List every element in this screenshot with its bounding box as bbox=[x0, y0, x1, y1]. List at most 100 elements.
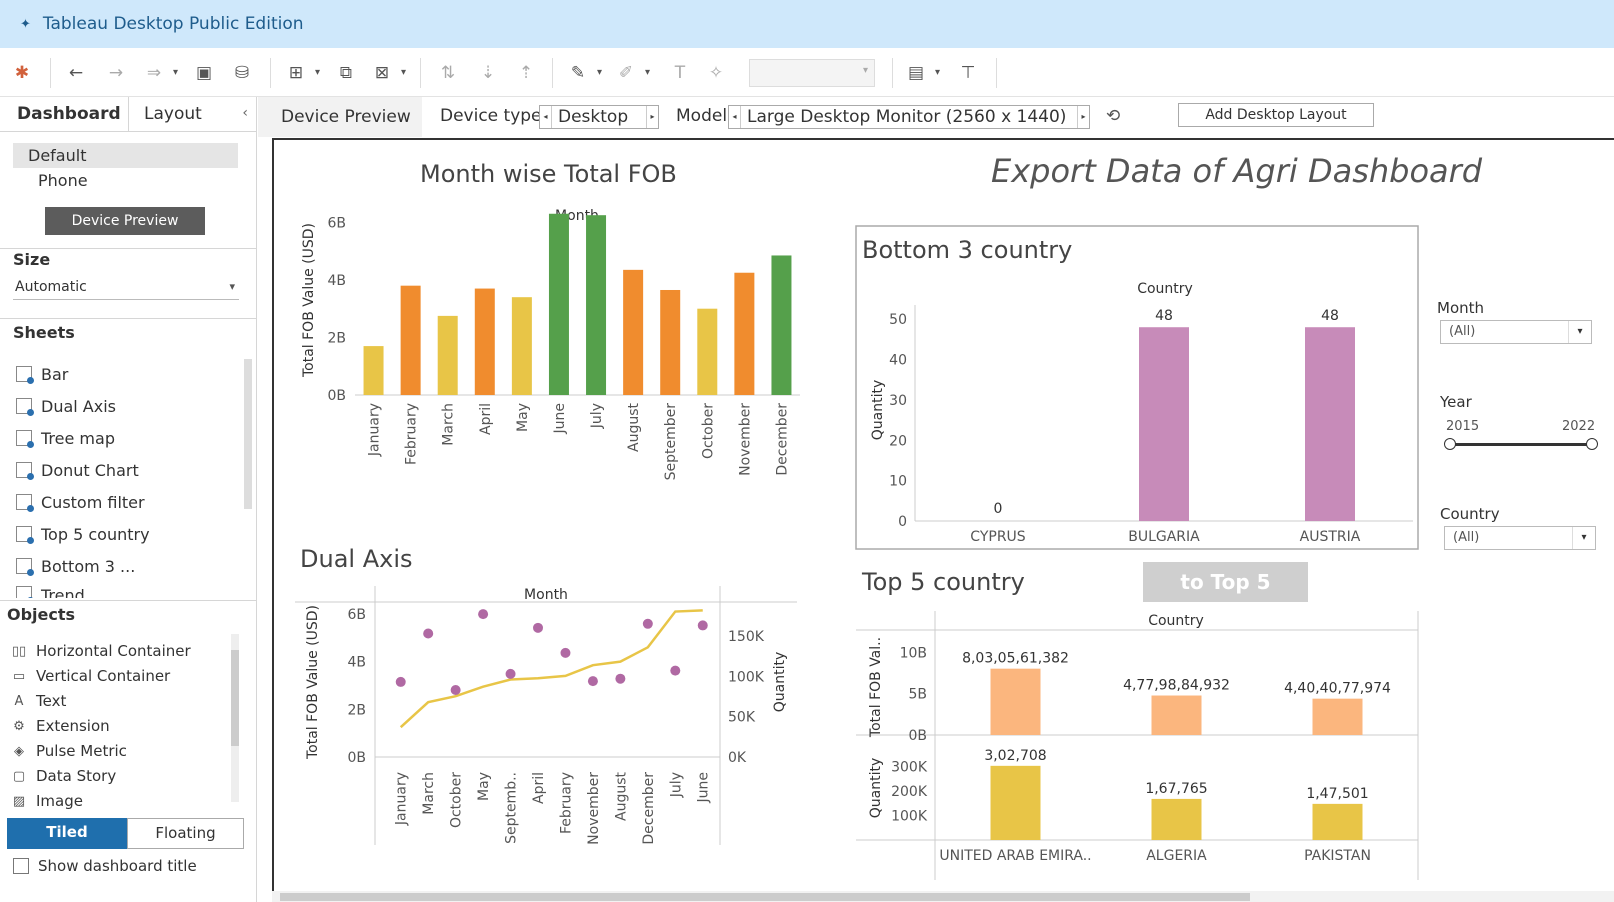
model-select[interactable]: ◂ Large Desktop Monitor (2560 x 1440) ▸ bbox=[728, 105, 1090, 129]
worksheet-icon bbox=[16, 526, 34, 544]
object-item[interactable]: ⚙ Extension bbox=[11, 715, 110, 737]
vertical-container-icon: ▭ bbox=[12, 668, 26, 684]
text-icon: A bbox=[14, 693, 24, 709]
sheet-item[interactable]: Bottom 3 ... bbox=[16, 554, 135, 578]
year-slider-track[interactable] bbox=[1450, 443, 1592, 446]
save-icon[interactable]: ▣ bbox=[192, 61, 216, 85]
tableau-logo-icon[interactable]: ✱ bbox=[10, 61, 34, 85]
device-bar: Device Preview Device type ◂ Desktop ▸ M… bbox=[258, 97, 1614, 137]
objects-scrollbar[interactable] bbox=[231, 634, 239, 802]
sort-asc-icon[interactable]: ⇣ bbox=[476, 61, 500, 85]
replay-icon[interactable]: ⇒ bbox=[142, 61, 178, 85]
tiled-toggle[interactable]: Tiled bbox=[7, 818, 127, 849]
toolbar-separator bbox=[420, 58, 421, 88]
new-datasource-icon[interactable]: ⛁ bbox=[230, 61, 254, 85]
show-title-label: Show dashboard title bbox=[38, 857, 197, 875]
show-cards-icon[interactable]: ▤ bbox=[904, 61, 940, 85]
month-filter-select[interactable]: (All) bbox=[1440, 320, 1592, 344]
month-filter-label: Month bbox=[1437, 299, 1485, 317]
duplicate-icon[interactable]: ⧉ bbox=[334, 61, 358, 85]
pulse-metric-icon: ◈ bbox=[14, 743, 24, 759]
clear-icon[interactable]: ⊠ bbox=[370, 61, 406, 85]
object-label: Pulse Metric bbox=[36, 742, 127, 760]
object-item[interactable]: A Text bbox=[11, 690, 67, 712]
sheet-item[interactable]: Bar bbox=[16, 362, 68, 386]
year-slider-max-handle[interactable] bbox=[1586, 438, 1598, 450]
object-label: Vertical Container bbox=[36, 667, 171, 685]
floating-toggle[interactable]: Floating bbox=[127, 818, 244, 849]
checkbox-box[interactable] bbox=[13, 858, 29, 874]
toolbar: ✱ ← → ⇒ ▣ ⛁ ⊞ ⧉ ⊠ ⇅ ⇣ ⇡ ✎ ✐ T ✧ ▤ ⊤ bbox=[0, 48, 1614, 97]
sheet-item[interactable]: Custom filter bbox=[16, 490, 145, 514]
toolbar-separator bbox=[996, 58, 997, 88]
dashboard-side-panel: Dashboard Layout ‹ Default Phone Device … bbox=[0, 97, 257, 902]
side-tabs: Dashboard Layout ‹ bbox=[0, 97, 256, 132]
sheet-label: Donut Chart bbox=[41, 460, 139, 480]
divider bbox=[0, 248, 256, 249]
object-item[interactable]: ▨ Image bbox=[11, 790, 83, 812]
tab-layout[interactable]: Layout bbox=[128, 97, 256, 131]
device-default[interactable]: Default bbox=[13, 143, 238, 168]
device-type-select[interactable]: ◂ Desktop ▸ bbox=[539, 105, 659, 129]
year-max-label: 2022 bbox=[1562, 419, 1596, 434]
size-select[interactable]: Automatic bbox=[13, 276, 239, 300]
sort-desc-icon[interactable]: ⇡ bbox=[514, 61, 538, 85]
presentation-icon[interactable]: ⊤ bbox=[956, 61, 980, 85]
undo-icon[interactable]: ← bbox=[64, 61, 88, 85]
redo-icon[interactable]: → bbox=[104, 61, 128, 85]
rotate-icon[interactable]: ⟲ bbox=[1106, 106, 1120, 126]
sheet-item[interactable]: Trend bbox=[16, 586, 85, 598]
object-label: Extension bbox=[36, 717, 110, 735]
device-phone[interactable]: Phone bbox=[13, 168, 238, 193]
object-item[interactable]: ▭ Vertical Container bbox=[11, 665, 170, 687]
tab-dashboard[interactable]: Dashboard bbox=[0, 97, 129, 131]
add-desktop-layout-button[interactable]: Add Desktop Layout bbox=[1178, 103, 1374, 127]
top5-title: Top 5 country bbox=[862, 568, 1025, 596]
sheet-item[interactable]: Dual Axis bbox=[16, 394, 116, 418]
annotate-icon[interactable]: ✐ bbox=[614, 61, 650, 85]
object-item[interactable]: ▯▯ Horizontal Container bbox=[11, 640, 191, 662]
fit-combo[interactable] bbox=[749, 59, 875, 87]
worksheet-icon bbox=[16, 586, 34, 598]
prev-arrow-icon[interactable]: ◂ bbox=[540, 106, 552, 128]
new-worksheet-icon[interactable]: ⊞ bbox=[284, 61, 320, 85]
model-value: Large Desktop Monitor (2560 x 1440) bbox=[747, 107, 1067, 127]
bottom3-title: Bottom 3 country bbox=[862, 236, 1073, 264]
sheet-label: Custom filter bbox=[41, 492, 145, 512]
highlight-icon[interactable]: ✎ bbox=[566, 61, 602, 85]
dashboard-title: Export Data of Agri Dashboard bbox=[991, 152, 1483, 190]
device-preview-button[interactable]: Device Preview bbox=[45, 207, 205, 235]
sheet-label: Bottom 3 ... bbox=[41, 556, 136, 576]
year-filter-label: Year bbox=[1440, 393, 1472, 411]
sheet-label: Top 5 country bbox=[41, 524, 150, 544]
collapse-panel-icon[interactable]: ‹ bbox=[242, 105, 248, 121]
prev-arrow-icon[interactable]: ◂ bbox=[729, 106, 741, 128]
objects-heading: Objects bbox=[7, 605, 76, 624]
sheet-item[interactable]: Tree map bbox=[16, 426, 115, 450]
worksheet-icon bbox=[16, 430, 34, 448]
horizontal-scrollbar[interactable] bbox=[272, 891, 1614, 902]
label-icon[interactable]: T bbox=[668, 61, 692, 85]
swap-icon[interactable]: ⇅ bbox=[436, 61, 460, 85]
year-slider-min-handle[interactable] bbox=[1444, 438, 1456, 450]
next-arrow-icon[interactable]: ▸ bbox=[646, 106, 658, 128]
worksheet-icon bbox=[16, 558, 34, 576]
object-label: Horizontal Container bbox=[36, 642, 191, 660]
pin-icon[interactable]: ✧ bbox=[704, 61, 728, 85]
sheet-label: Trend bbox=[41, 586, 85, 598]
to-top5-button[interactable]: to Top 5 bbox=[1143, 562, 1308, 602]
object-item[interactable]: ◈ Pulse Metric bbox=[11, 740, 127, 762]
show-dashboard-title-checkbox[interactable]: Show dashboard title bbox=[13, 857, 197, 875]
toolbar-separator bbox=[892, 58, 893, 88]
country-filter-select[interactable]: (All) bbox=[1444, 526, 1596, 550]
divider bbox=[0, 600, 256, 601]
sheet-item[interactable]: Donut Chart bbox=[16, 458, 139, 482]
next-arrow-icon[interactable]: ▸ bbox=[1077, 106, 1089, 128]
sheet-item[interactable]: Top 5 country bbox=[16, 522, 150, 546]
title-bar: ✦ Tableau Desktop Public Edition bbox=[0, 0, 1614, 48]
sheet-label: Dual Axis bbox=[41, 396, 116, 416]
object-item[interactable]: ▢ Data Story bbox=[11, 765, 116, 787]
sheets-scrollbar[interactable] bbox=[244, 359, 252, 509]
size-heading: Size bbox=[13, 250, 51, 269]
sheet-label: Tree map bbox=[41, 428, 115, 448]
